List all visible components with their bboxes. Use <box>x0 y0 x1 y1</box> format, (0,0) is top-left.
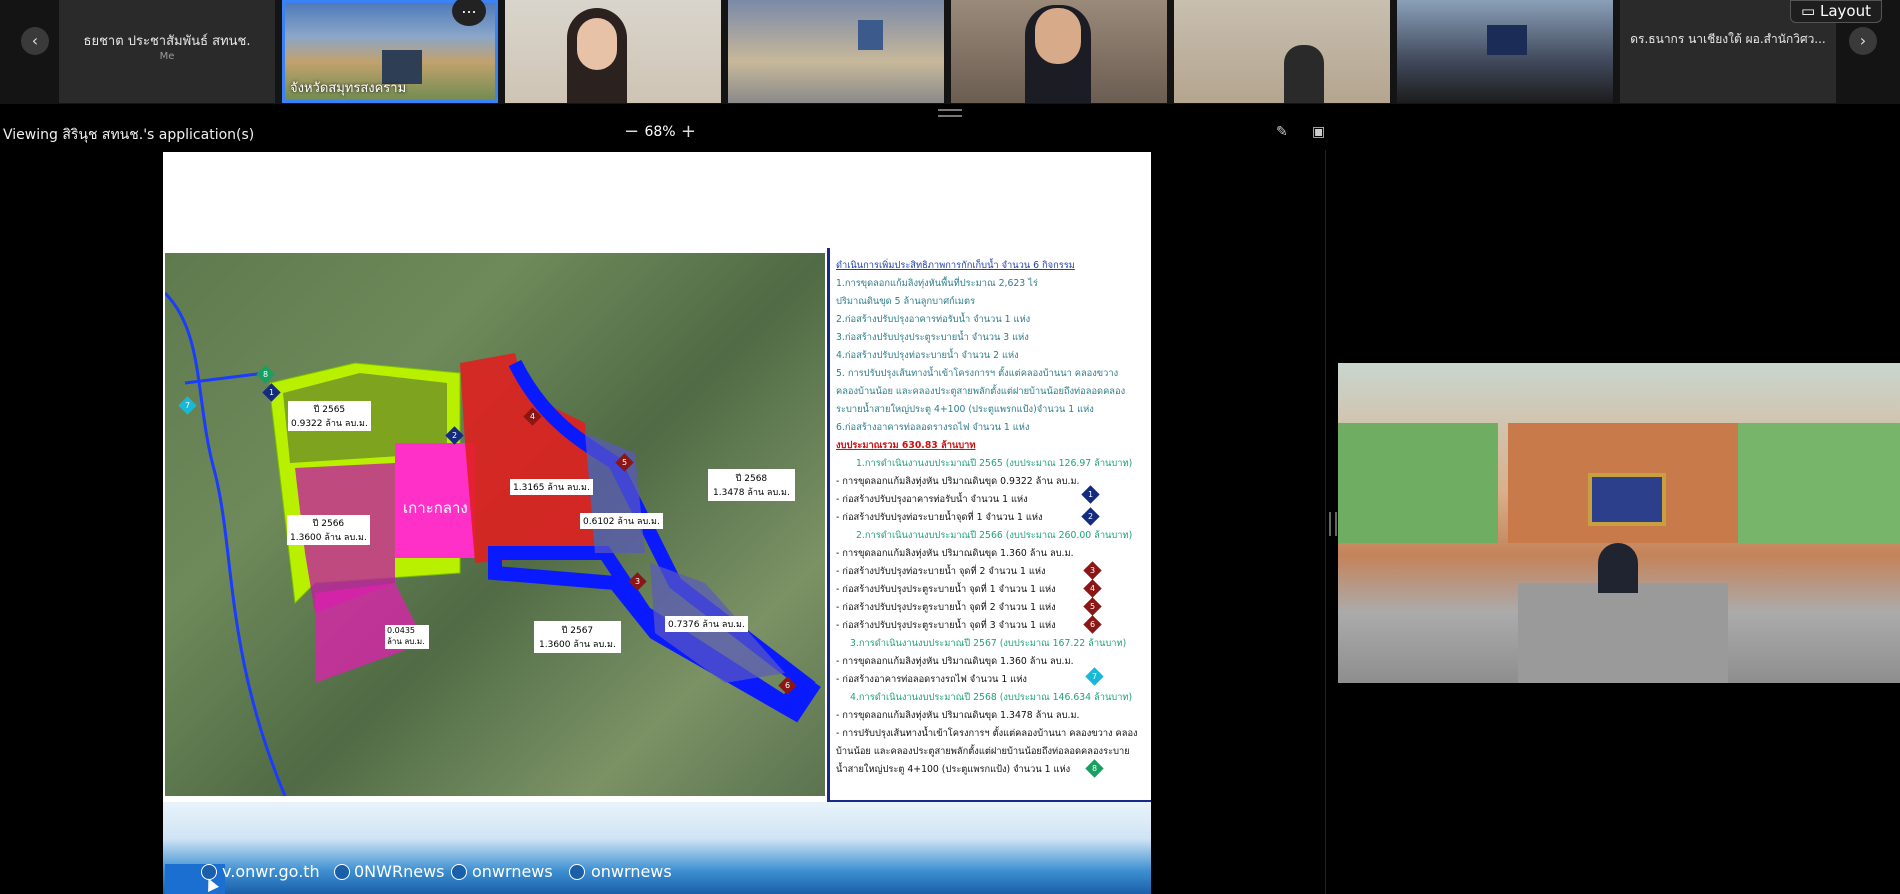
panel-line: ปริมาณดินขุด 5 ล้านลูกบาศก์เมตร <box>836 296 976 307</box>
label-2568: ปี 2568 1.3478 ล้าน ลบ.ม. <box>708 469 795 501</box>
shared-slide: เกาะกลาง ปี 2565 0.9322 ล้าน ลบ.ม. ปี 256… <box>163 152 1151 894</box>
participant-tile-active[interactable]: ... จังหวัดสมุทรสงคราม <box>282 0 498 103</box>
label-2567: ปี 2567 1.3600 ล้าน ลบ.ม. <box>534 621 621 653</box>
label-2565: ปี 2565 0.9322 ล้าน ลบ.ม. <box>288 401 371 431</box>
panel-line: - ก่อสร้างอาคารท่อลอดรางรถไฟ จำนวน 1 แห่… <box>836 674 1027 685</box>
portrait-frame <box>1588 473 1666 526</box>
panel-line: - การขุดลอกแก้มลิงทุ่งหัน ปริมาณดินขุด 1… <box>836 548 1074 559</box>
panel-line: 5. การปรับปรุงเส้นทางน้ำเข้าโครงการฯ ตั้… <box>836 368 1119 379</box>
zoom-level: 68% <box>644 123 676 140</box>
layout-icon: ▭ <box>1801 2 1816 20</box>
remote-control-icon[interactable]: ▣ <box>1312 124 1325 140</box>
panel-marker-8: 8 <box>1085 759 1104 778</box>
label-13165: 1.3165 ล้าน ลบ.ม. <box>510 479 593 495</box>
panel-line: - การปรับปรุงเส้นทางน้ำเข้าโครงการฯ ตั้ง… <box>836 728 1138 739</box>
participant-me-label: Me <box>159 51 175 62</box>
panel-line: - ก่อสร้างปรับปรุงประตูระบายน้ำ จุดที่ 2… <box>836 602 1056 613</box>
panel-section-2568: 4.การดำเนินงานงบประมาณปี 2568 (งบประมาณ … <box>850 692 1133 703</box>
footer-twitter: onwrnews <box>591 862 672 881</box>
footer-website: v.onwr.go.th <box>222 862 320 881</box>
panel-marker-3: 3 <box>1083 561 1102 580</box>
youtube-icon <box>451 864 467 880</box>
panel-line: 1.การขุดลอกแก้มลิงทุ่งหันพื้นที่ประมาณ 2… <box>836 278 1038 289</box>
speaker-person <box>1598 543 1638 593</box>
facebook-icon <box>334 864 350 880</box>
more-options-button[interactable]: ... <box>452 0 486 26</box>
annotate-icon[interactable]: ✎ <box>1276 124 1288 140</box>
twitter-icon <box>569 864 585 880</box>
viewing-title: Viewing สิรินุช สทนช.'s application(s) <box>3 127 255 143</box>
participant-face <box>1035 8 1081 64</box>
panel-line: - การขุดลอกแก้มลิงทุ่งหัน ปริมาณดินขุด 1… <box>836 710 1080 721</box>
panel-line: - ก่อสร้างปรับปรุงประตูระบายน้ำ จุดที่ 3… <box>836 620 1056 631</box>
panel-line: - ก่อสร้างปรับปรุงท่อระบายน้ำจุดที่ 1 จำ… <box>836 512 1043 523</box>
panel-marker-4: 4 <box>1083 579 1102 598</box>
panel-heading: ดำเนินการเพิ่มประสิทธิภาพการกักเก็บน้ำ จ… <box>836 260 1075 271</box>
speaker-video[interactable] <box>1338 363 1900 683</box>
panel-section-2567: 3.การดำเนินงานงบประมาณปี 2567 (งบประมาณ … <box>850 638 1127 649</box>
map-drawing <box>165 291 821 796</box>
panel-line: ระบายน้ำสายใหญ่ประตู 4+100 (ประตูแพรกแป้… <box>836 404 1094 415</box>
participant-strip: ‹ ธยชาต ประชาสัมพันธ์ สทนช. Me ... จังหว… <box>0 0 1900 104</box>
label-center-island: เกาะกลาง <box>403 499 468 517</box>
satellite-map: เกาะกลาง ปี 2565 0.9322 ล้าน ลบ.ม. ปี 256… <box>165 253 825 796</box>
panel-line: 6.ก่อสร้างอาคารท่อลอดรางรถไฟ จำนวน 1 แห่… <box>836 422 1030 433</box>
panel-line: - ก่อสร้างปรับปรุงอาคารท่อรับน้ำ จำนวน 1… <box>836 494 1028 505</box>
panel-line: 3.ก่อสร้างปรับปรุงประตูระบายน้ำ จำนวน 3 … <box>836 332 1029 343</box>
panel-budget-total: งบประมาณรวม 630.83 ล้านบาท <box>836 440 976 451</box>
label-00435: 0.0435 ล้าน ลบ.ม. <box>385 625 429 649</box>
zoom-control: − 68% + <box>620 121 700 142</box>
participant-tile[interactable] <box>1174 0 1390 103</box>
participant-tile[interactable] <box>505 0 721 103</box>
panel-marker-6: 6 <box>1083 615 1102 634</box>
panel-line: - การขุดลอกแก้มลิงทุ่งหัน ปริมาณดินขุด 1… <box>836 656 1074 667</box>
chevron-left-icon[interactable]: ‹ <box>21 27 49 55</box>
participant-tile[interactable] <box>1397 0 1613 103</box>
footer-youtube: onwrnews <box>472 862 553 881</box>
panel-section-2565: 1.การดำเนินงานงบประมาณปี 2565 (งบประมาณ … <box>856 458 1133 469</box>
participant-name: จังหวัดสมุทรสงคราม <box>290 81 407 96</box>
strip-resize-handle[interactable] <box>938 109 962 117</box>
participant-tile-me[interactable]: ธยชาต ประชาสัมพันธ์ สทนช. Me <box>59 0 275 103</box>
participant-face <box>577 18 617 70</box>
panel-line: คลองบ้านน้อย และคลองประตูสายพลักตั้งแต่ฝ… <box>836 386 1126 397</box>
panel-line: - ก่อสร้างปรับปรุงประตูระบายน้ำ จุดที่ 1… <box>836 584 1056 595</box>
window-left <box>1338 423 1498 543</box>
panel-line: 2.ก่อสร้างปรับปรุงอาคารท่อรับน้ำ จำนวน 1… <box>836 314 1031 325</box>
panel-marker-2: 2 <box>1081 507 1100 526</box>
participant-name: ธยชาต ประชาสัมพันธ์ สทนช. <box>83 34 251 49</box>
label-07376: 0.7376 ล้าน ลบ.ม. <box>665 616 748 632</box>
panel-line: น้ำสายใหญ่ประตู 4+100 (ประตูแพรกแป้ง) จำ… <box>836 764 1071 775</box>
zoom-out-button[interactable]: − <box>620 121 643 142</box>
panel-line: 4.ก่อสร้างปรับปรุงท่อระบายน้ำ จำนวน 2 แห… <box>836 350 1019 361</box>
conference-table <box>1518 583 1728 683</box>
panel-marker-1: 1 <box>1081 485 1100 504</box>
panel-line: - ก่อสร้างปรับปรุงท่อระบายน้ำ จุดที่ 2 จ… <box>836 566 1046 577</box>
footer-facebook: 0NWRnews <box>354 862 445 881</box>
window-right <box>1738 423 1900 543</box>
participant-tile[interactable] <box>728 0 944 103</box>
project-text-panel: ดำเนินการเพิ่มประสิทธิภาพการกักเก็บน้ำ จ… <box>827 248 1151 803</box>
participant-video <box>1284 45 1324 103</box>
label-2566: ปี 2566 1.3600 ล้าน ลบ.ม. <box>287 515 370 545</box>
panel-resize-handle[interactable] <box>1329 512 1337 536</box>
participant-name: ดร.ธนากร นาเชียงใต้ ผอ.สำนักวิศว... <box>1630 32 1826 46</box>
panel-line: - การขุดลอกแก้มลิงทุ่งหัน ปริมาณดินขุด 0… <box>836 476 1080 487</box>
participant-video <box>858 20 883 50</box>
participant-tile[interactable] <box>951 0 1167 103</box>
panel-marker-7: 7 <box>1085 667 1104 686</box>
zone-blue-hatch <box>585 433 645 553</box>
panel-marker-5: 5 <box>1083 597 1102 616</box>
layout-label: Layout <box>1820 2 1871 20</box>
zoom-in-button[interactable]: + <box>677 121 700 142</box>
panel-line: บ้านน้อย และคลองประตูสายพลักตั้งแต่ฝายบ้… <box>836 746 1130 757</box>
chevron-right-icon[interactable]: › <box>1849 27 1877 55</box>
layout-button[interactable]: ▭ Layout <box>1790 0 1882 23</box>
panel-section-2566: 2.การดำเนินงานงบประมาณปี 2566 (งบประมาณ … <box>856 530 1133 541</box>
participant-video <box>1487 25 1527 55</box>
label-06102: 0.6102 ล้าน ลบ.ม. <box>580 513 663 529</box>
